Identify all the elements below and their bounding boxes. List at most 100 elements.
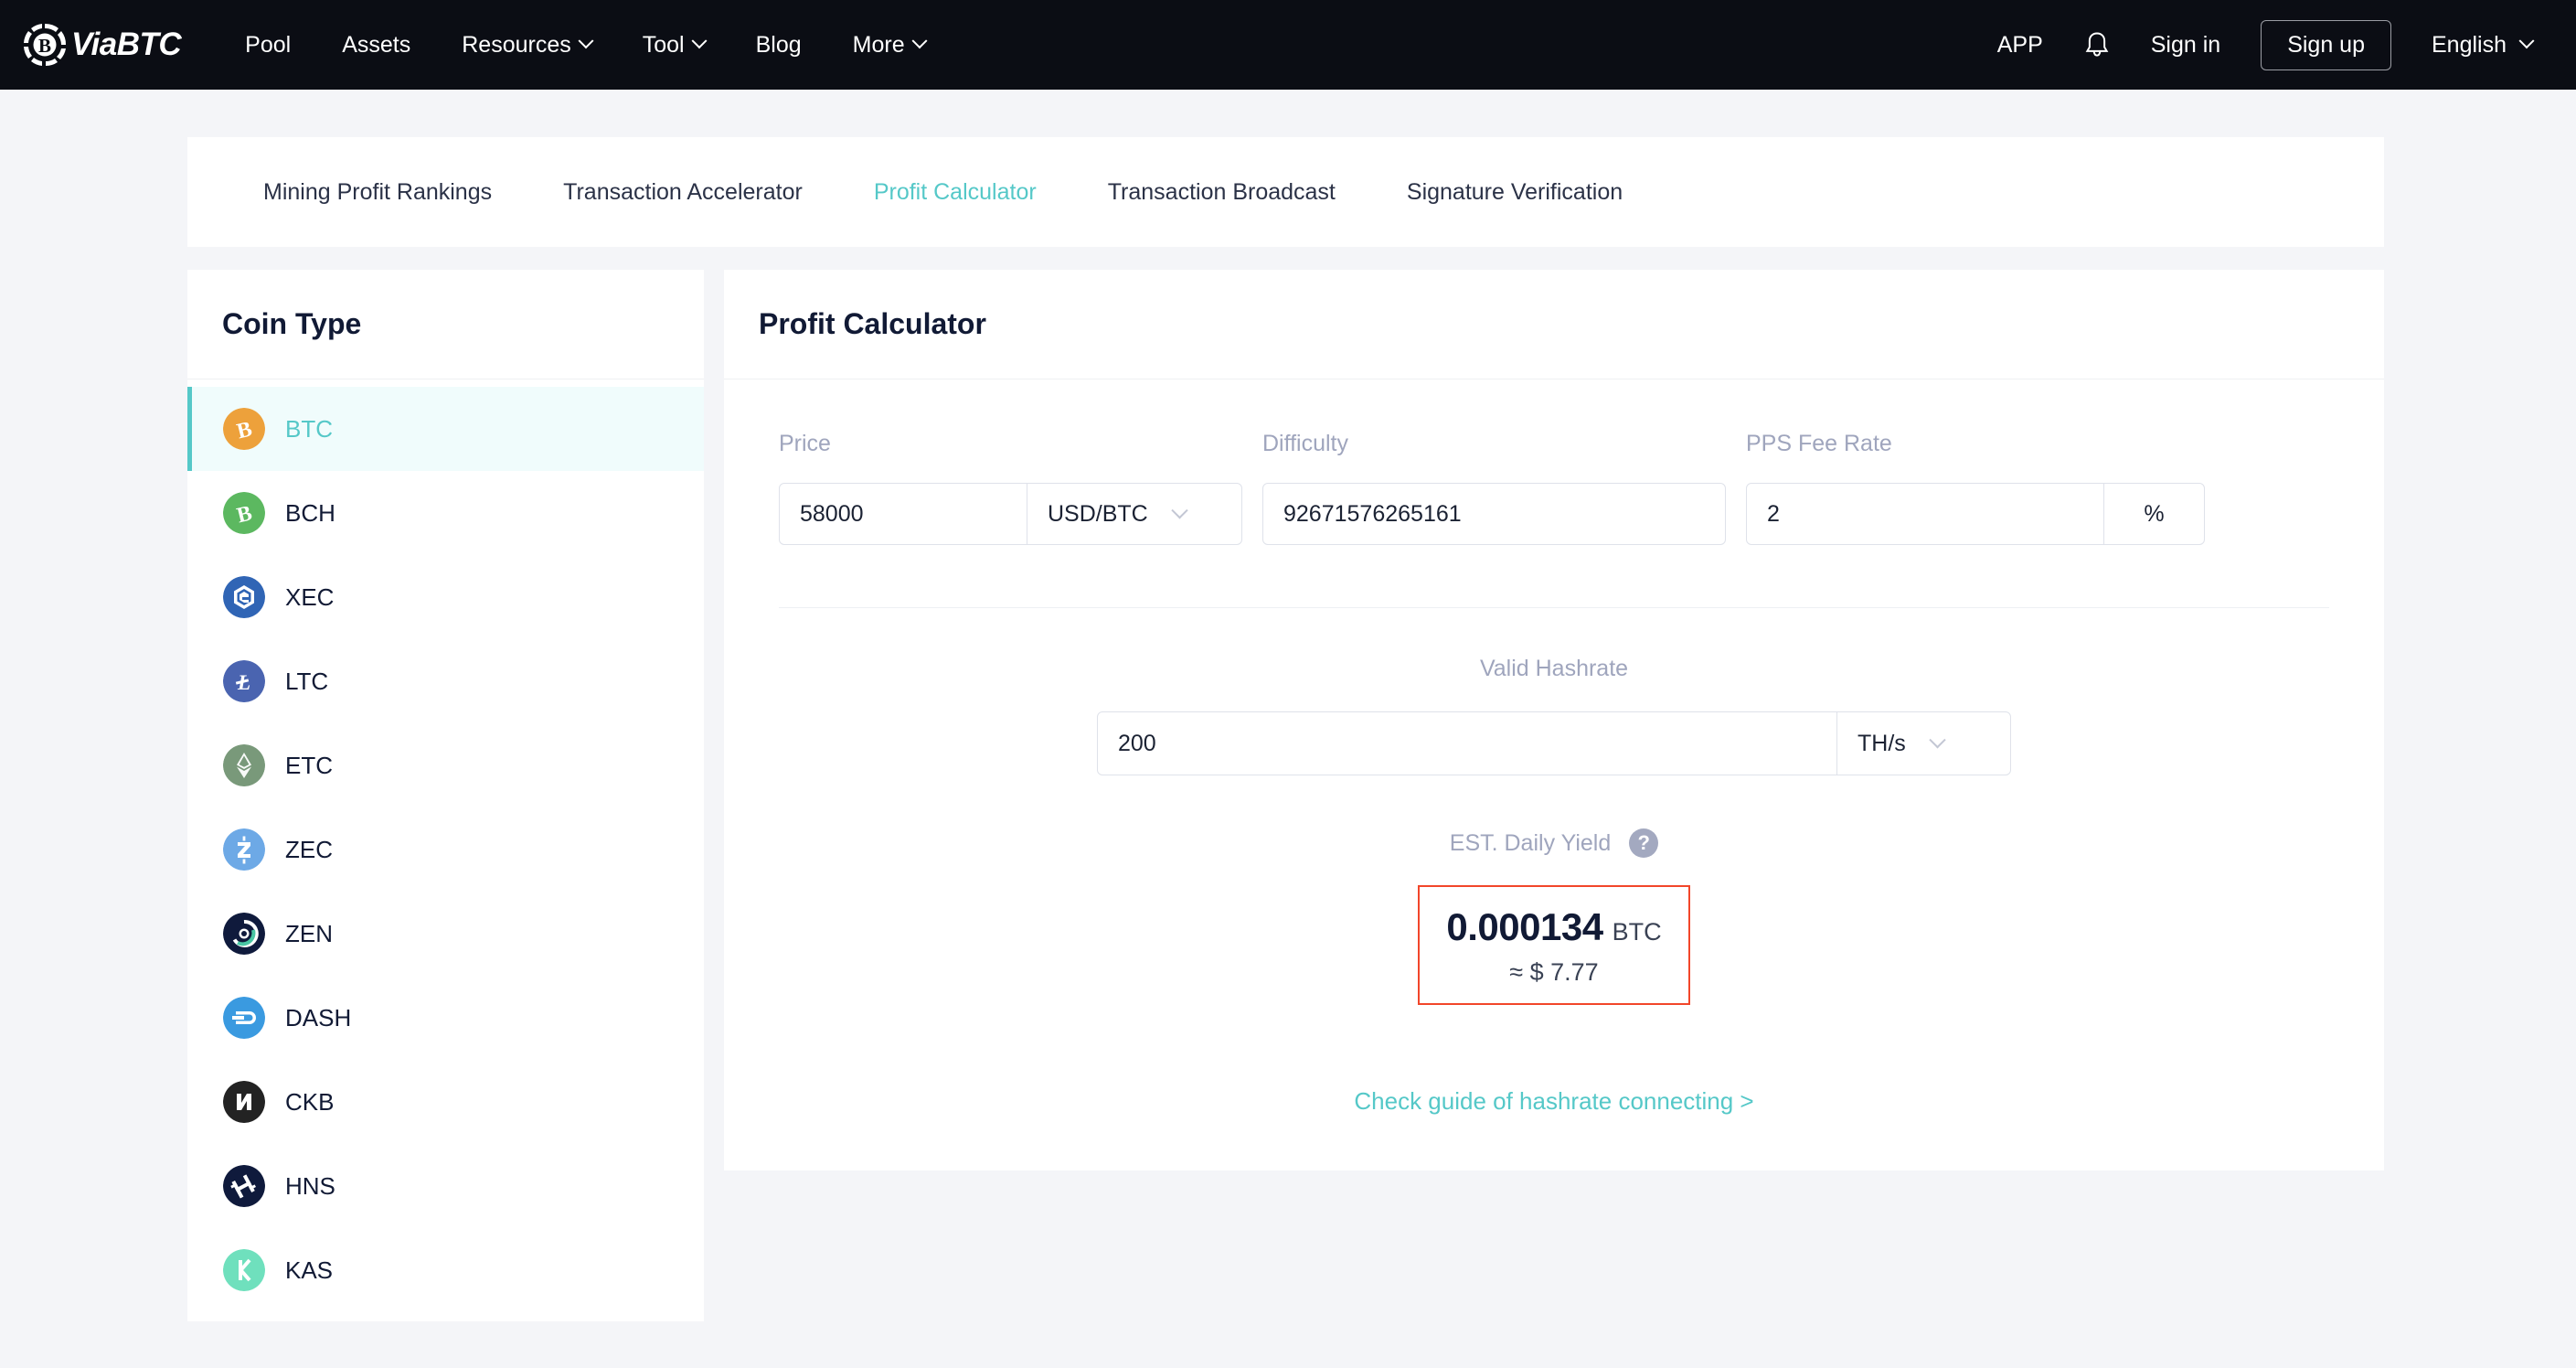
tab-transaction-broadcast[interactable]: Transaction Broadcast [1108,179,1336,206]
valid-hashrate-input-group: TH/s [1097,711,2011,775]
yield-fiat-value: ≈ $ 7.77 [1509,958,1599,986]
coin-list: B BTC B BCH XEC LTC ETC ZEC ZEN DASH CKB… [187,379,704,1312]
yield-amount-row: 0.000134 BTC [1429,905,1679,949]
nav-item-more[interactable]: More [852,31,928,59]
tab-profit-calculator[interactable]: Profit Calculator [874,179,1037,206]
brand-logo-link[interactable]: B ViaBTC [22,22,182,68]
nav-item-label: More [852,31,905,58]
pps-fee-rate-input[interactable] [1747,484,2103,544]
valid-hashrate-input[interactable] [1098,712,1836,775]
nav-item-tool[interactable]: Tool [642,31,708,59]
nav-item-pool[interactable]: Pool [245,32,291,59]
nav-item-resources[interactable]: Resources [462,31,594,59]
nav-item-label: Resources [462,31,571,58]
bell-icon[interactable] [2083,29,2111,60]
content-columns: Coin Type B BTC B BCH XEC LTC ETC ZEC ZE… [187,270,2384,1321]
hashrate-guide-link[interactable]: Check guide of hashrate connecting > [724,1087,2384,1116]
est-daily-yield-label-row: EST. Daily Yield ? [724,828,2384,858]
nav-right-cluster: APP Sign in Sign up English [1997,19,2535,70]
nav-item-label: Assets [342,31,411,58]
question-mark-icon[interactable]: ? [1629,828,1659,858]
zec-coin-icon [223,828,265,871]
language-selector[interactable]: English [2432,32,2535,59]
coin-item-etc[interactable]: ETC [187,723,704,807]
price-input-group: USD/BTC [779,483,1242,545]
tool-tab-bar: Mining Profit Rankings Transaction Accel… [187,137,2384,247]
nav-item-blog[interactable]: Blog [756,32,802,59]
hashrate-section: Valid Hashrate TH/s EST. Daily Yield ? [724,608,2384,1116]
coin-type-panel: Coin Type B BTC B BCH XEC LTC ETC ZEC ZE… [187,270,704,1321]
etc-coin-icon [223,744,265,786]
est-daily-yield-label: EST. Daily Yield [1449,829,1612,856]
coin-item-kas[interactable]: KAS [187,1228,704,1312]
chevron-down-icon [1929,731,1946,748]
hashrate-unit-select[interactable]: TH/s [1836,712,2010,775]
chevron-down-icon [1171,501,1188,518]
chevron-down-icon [578,33,594,49]
est-daily-yield-result-box: 0.000134 BTC ≈ $ 7.77 [1418,885,1690,1005]
tab-mining-profit-rankings[interactable]: Mining Profit Rankings [263,179,492,206]
coin-label: XEC [285,582,335,611]
difficulty-label: Difficulty [1262,431,1349,456]
coin-label: KAS [285,1256,334,1284]
coin-item-zen[interactable]: ZEN [187,892,704,976]
price-unit-label: USD/BTC [1048,500,1148,527]
tab-transaction-accelerator[interactable]: Transaction Accelerator [563,179,803,206]
valid-hashrate-label: Valid Hashrate [1479,656,1629,681]
price-input[interactable] [780,484,1027,544]
coin-item-ltc[interactable]: L LTC [187,639,704,723]
coin-label: BTC [285,414,333,443]
pps-fee-rate-label: PPS Fee Rate [1746,431,1892,456]
chevron-down-icon [2518,33,2535,49]
brand-name: ViaBTC [71,27,182,62]
coin-label: HNS [285,1171,335,1200]
coin-label: DASH [285,1003,352,1031]
coin-label: ZEC [285,835,333,863]
yield-value: 0.000134 [1446,905,1603,948]
coin-label: CKB [285,1087,335,1116]
tab-signature-verification[interactable]: Signature Verification [1407,179,1623,206]
coin-type-title: Coin Type [187,270,704,379]
coin-label: LTC [285,667,329,695]
calculator-form: Price USD/BTC Difficulty [724,379,2384,545]
top-field-row: Price USD/BTC Difficulty [779,431,2329,545]
nav-item-assets[interactable]: Assets [342,32,410,59]
price-unit-select[interactable]: USD/BTC [1027,484,1241,544]
coin-label: ZEN [285,919,333,947]
coin-item-xec[interactable]: XEC [187,555,704,639]
difficulty-input-group [1262,483,1726,545]
coin-label: BCH [285,498,335,527]
difficulty-field-group: Difficulty [1262,431,1726,545]
profit-calculator-panel: Profit Calculator Price USD/BTC [724,270,2384,1170]
coin-label: ETC [285,751,333,779]
app-link[interactable]: APP [1997,32,2043,59]
hns-coin-icon [223,1165,265,1207]
chevron-down-icon [691,33,708,49]
pps-fee-rate-field-group: PPS Fee Rate % [1746,431,2205,545]
svg-text:B: B [38,35,51,57]
coin-item-btc[interactable]: B BTC [187,387,704,471]
coin-item-zec[interactable]: ZEC [187,807,704,892]
coin-item-ckb[interactable]: CKB [187,1060,704,1144]
profit-calculator-title: Profit Calculator [724,270,2384,379]
primary-nav-links: Pool Assets Resources Tool Blog More [245,31,928,59]
coin-item-hns[interactable]: HNS [187,1144,704,1228]
coin-item-bch[interactable]: B BCH [187,471,704,555]
sign-up-button[interactable]: Sign up [2261,19,2391,70]
nav-item-label: Tool [642,31,685,58]
sign-in-link[interactable]: Sign in [2151,32,2220,59]
price-field-group: Price USD/BTC [779,431,1242,545]
bch-coin-icon: B [223,492,265,534]
xec-coin-icon [223,576,265,618]
dash-coin-icon [223,997,265,1039]
nav-item-label: Blog [755,31,802,58]
pps-fee-rate-input-group: % [1746,483,2205,545]
nav-item-label: Pool [245,31,292,58]
zen-coin-icon [223,913,265,955]
ckb-coin-icon [223,1081,265,1123]
kas-coin-icon [223,1249,265,1291]
difficulty-input[interactable] [1263,484,1725,544]
yield-unit: BTC [1612,918,1662,946]
coin-item-dash[interactable]: DASH [187,976,704,1060]
chevron-down-icon [911,33,928,49]
